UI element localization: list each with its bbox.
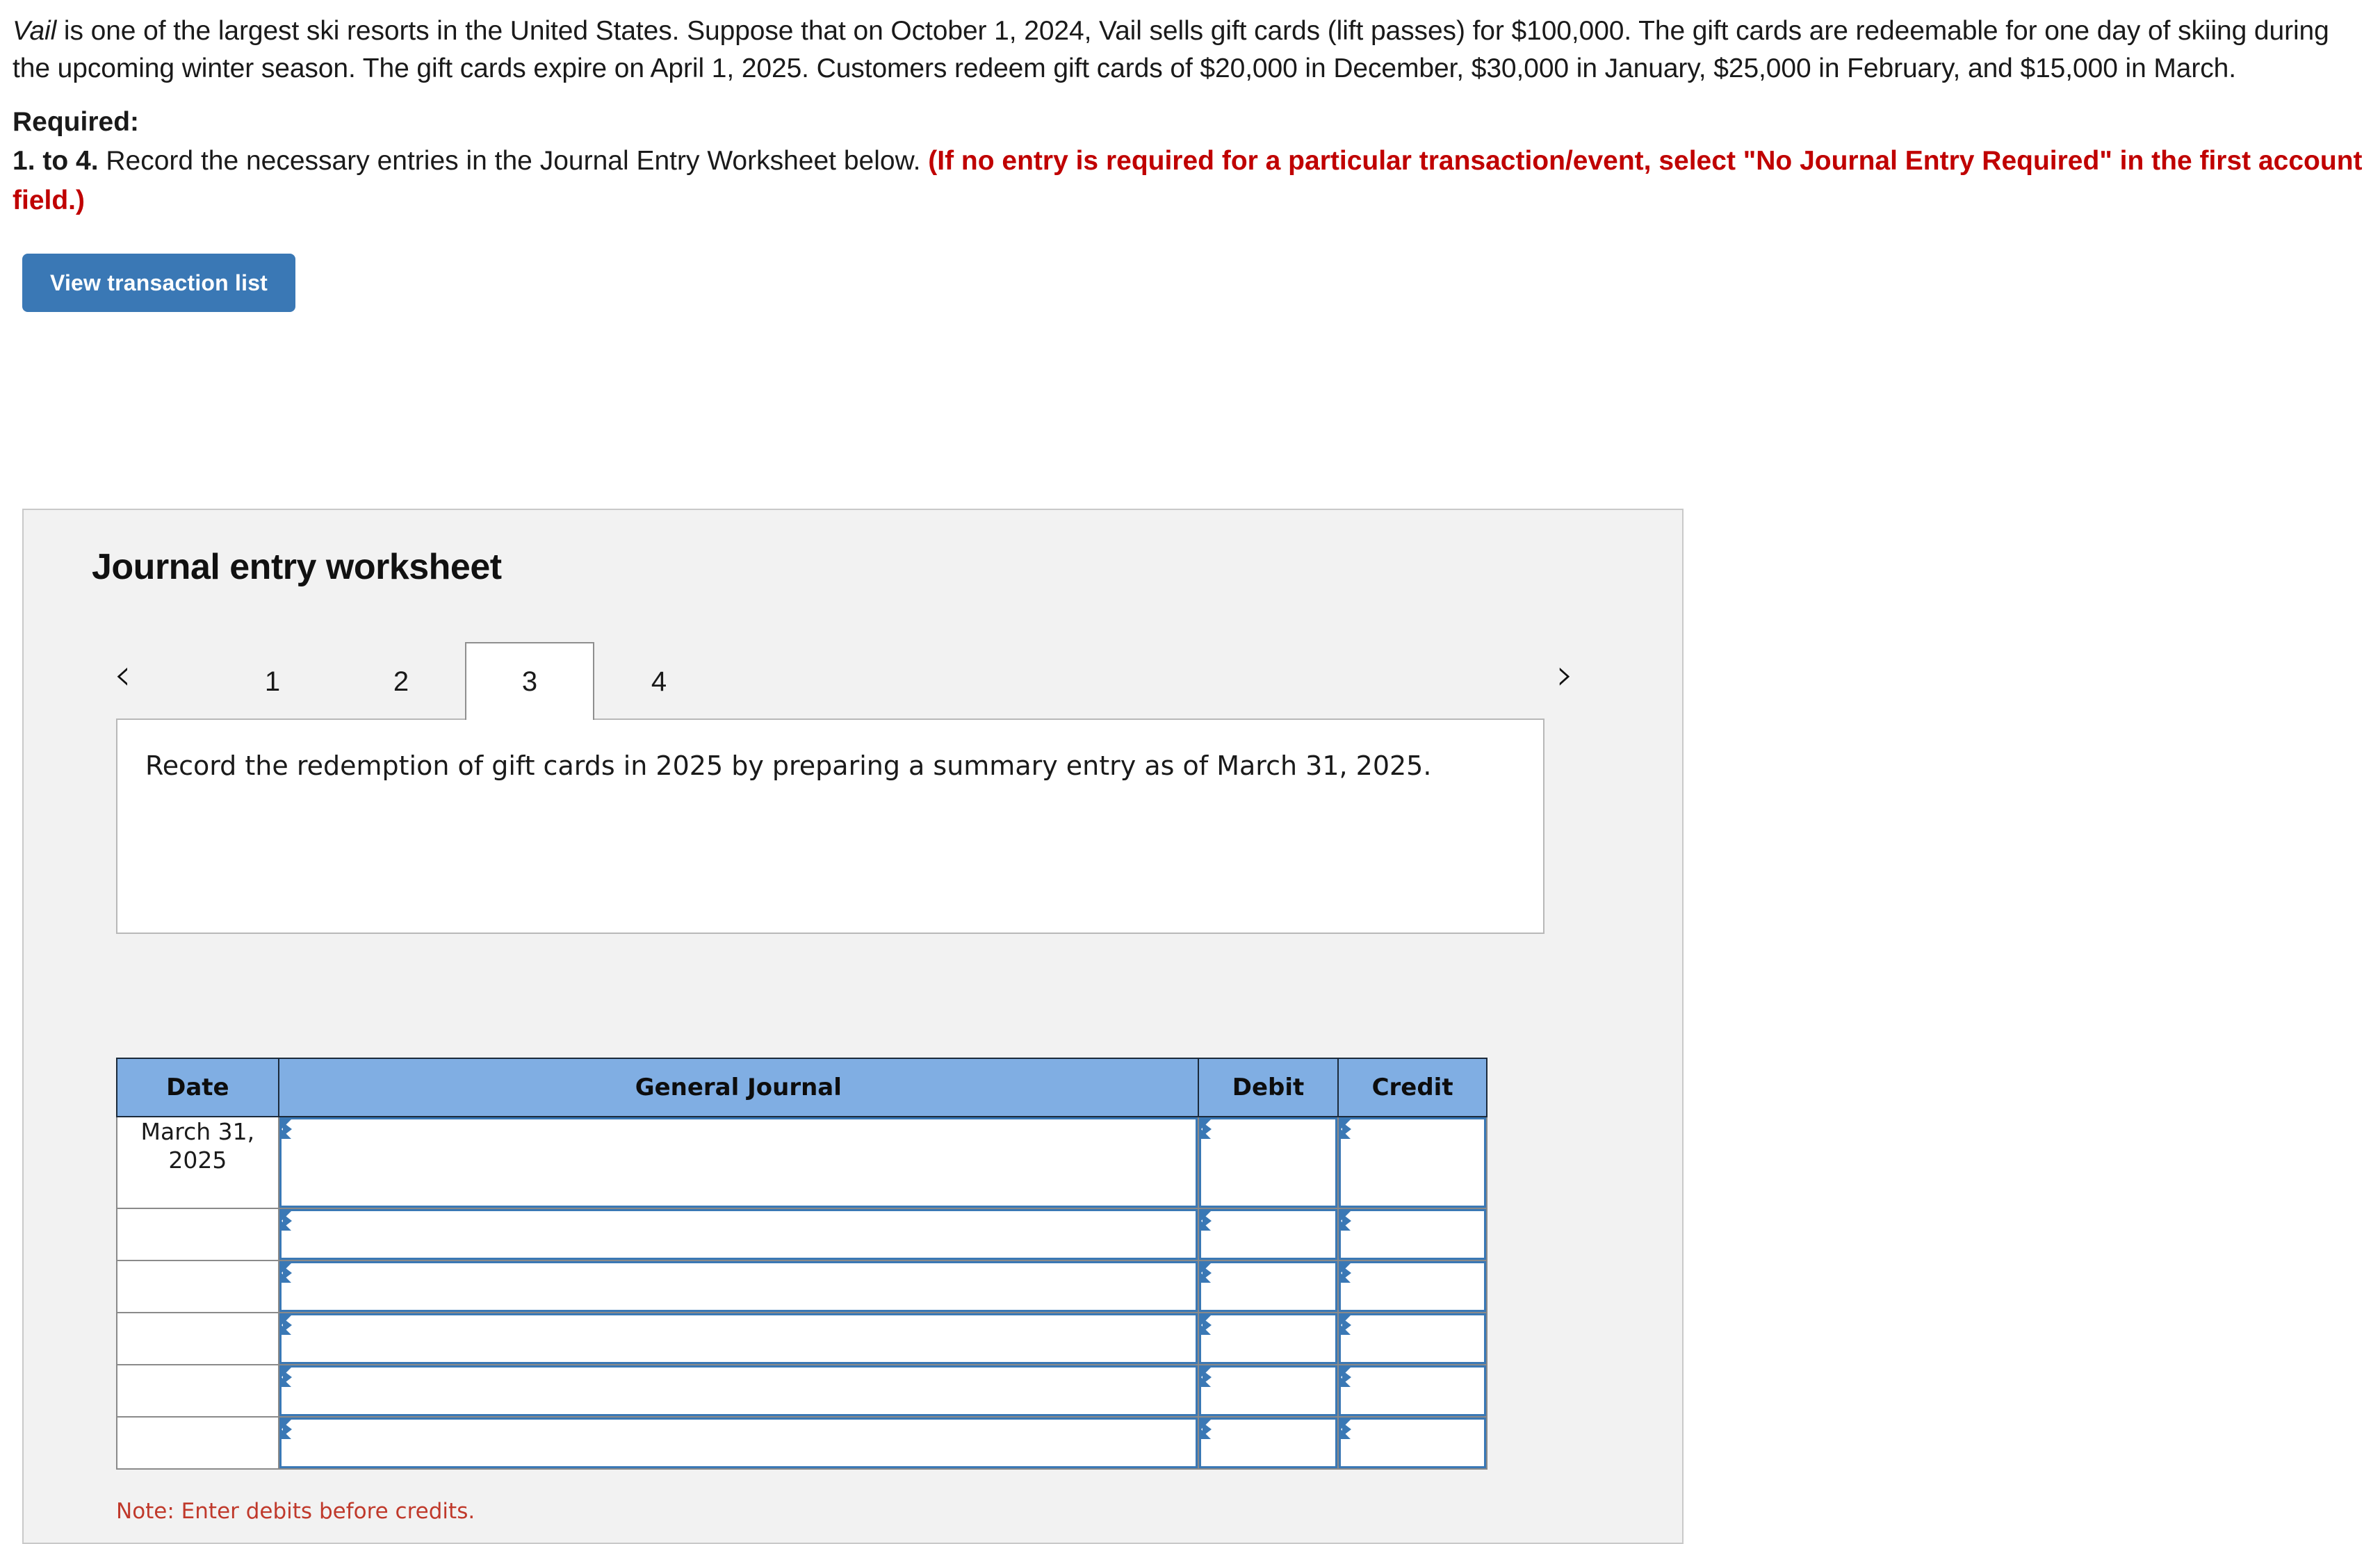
required-number: 1. to 4. [13,146,99,176]
problem-body: is one of the largest ski resorts in the… [13,16,2329,83]
cell-general-journal[interactable] [277,1312,1199,1365]
cell-credit[interactable] [1337,1364,1488,1418]
company-name: Vail [13,16,57,46]
table-row [116,1260,1488,1313]
table-row [116,1208,1488,1261]
account-select[interactable] [279,1313,1198,1364]
cell-debit[interactable] [1197,1312,1339,1365]
worksheet-tabs: ‹ 1 2 3 4 › [24,642,1682,720]
column-header-credit: Credit [1337,1058,1488,1117]
account-select[interactable] [279,1117,1198,1208]
debits-before-credits-note: Note: Enter debits before credits. [116,1499,475,1524]
cell-date [116,1208,279,1261]
journal-entry-worksheet-panel: Journal entry worksheet ‹ 1 2 3 4 › Reco… [22,509,1684,1544]
table-row [116,1312,1488,1365]
tab-instruction-text: Record the redemption of gift cards in 2… [145,750,1432,781]
credit-input[interactable] [1339,1117,1486,1208]
debit-input[interactable] [1198,1418,1338,1468]
cell-debit[interactable] [1197,1260,1339,1313]
cell-credit[interactable] [1337,1260,1488,1313]
account-select[interactable] [279,1261,1198,1312]
cell-date [116,1260,279,1313]
cell-debit[interactable] [1197,1116,1339,1209]
chevron-right-icon[interactable]: › [1556,653,1574,696]
cell-date: March 31, 2025 [116,1116,279,1209]
table-row: March 31, 2025 [116,1116,1488,1209]
tab-2[interactable]: 2 [336,642,466,720]
credit-input[interactable] [1339,1261,1486,1312]
cell-debit[interactable] [1197,1416,1339,1470]
column-header-debit: Debit [1197,1058,1339,1117]
chevron-left-icon[interactable]: ‹ [114,653,131,696]
tab-4[interactable]: 4 [594,642,724,720]
cell-date [116,1416,279,1470]
cell-debit[interactable] [1197,1364,1339,1418]
problem-statement: Vail is one of the largest ski resorts i… [0,0,2380,88]
cell-date [116,1364,279,1418]
account-select[interactable] [279,1209,1198,1260]
table-header-row: Date General Journal Debit Credit [116,1058,1488,1117]
credit-input[interactable] [1339,1418,1486,1468]
tab-3[interactable]: 3 [465,642,594,720]
tab-instruction-box: Record the redemption of gift cards in 2… [116,718,1544,934]
worksheet-title: Journal entry worksheet [92,547,502,587]
required-section: Required: 1. to 4. Record the necessary … [0,88,2380,221]
account-select[interactable] [279,1365,1198,1416]
required-text: Record the necessary entries in the Jour… [98,146,929,176]
tab-1[interactable]: 1 [208,642,337,720]
cell-general-journal[interactable] [277,1208,1199,1261]
credit-input[interactable] [1339,1365,1486,1416]
debit-input[interactable] [1198,1209,1338,1260]
journal-table-wrap: Date General Journal Debit Credit March … [116,1058,1488,1470]
cell-date [116,1312,279,1365]
view-transaction-list-button[interactable]: View transaction list [22,254,296,313]
cell-general-journal[interactable] [277,1260,1199,1313]
debit-input[interactable] [1198,1261,1338,1312]
debit-input[interactable] [1198,1117,1338,1208]
cell-general-journal[interactable] [277,1416,1199,1470]
cell-credit[interactable] [1337,1116,1488,1209]
table-row [116,1364,1488,1418]
cell-general-journal[interactable] [277,1116,1199,1209]
cell-general-journal[interactable] [277,1364,1199,1418]
cell-credit[interactable] [1337,1416,1488,1470]
journal-entry-table: Date General Journal Debit Credit March … [116,1058,1488,1470]
debit-input[interactable] [1198,1313,1338,1364]
table-row [116,1416,1488,1470]
credit-input[interactable] [1339,1209,1486,1260]
button-row: View transaction list [0,220,2380,313]
account-select[interactable] [279,1418,1198,1468]
cell-credit[interactable] [1337,1312,1488,1365]
credit-input[interactable] [1339,1313,1486,1364]
required-label: Required: [13,106,140,137]
cell-debit[interactable] [1197,1208,1339,1261]
debit-input[interactable] [1198,1365,1338,1416]
cell-credit[interactable] [1337,1208,1488,1261]
column-header-date: Date [116,1058,279,1117]
column-header-general-journal: General Journal [277,1058,1199,1117]
